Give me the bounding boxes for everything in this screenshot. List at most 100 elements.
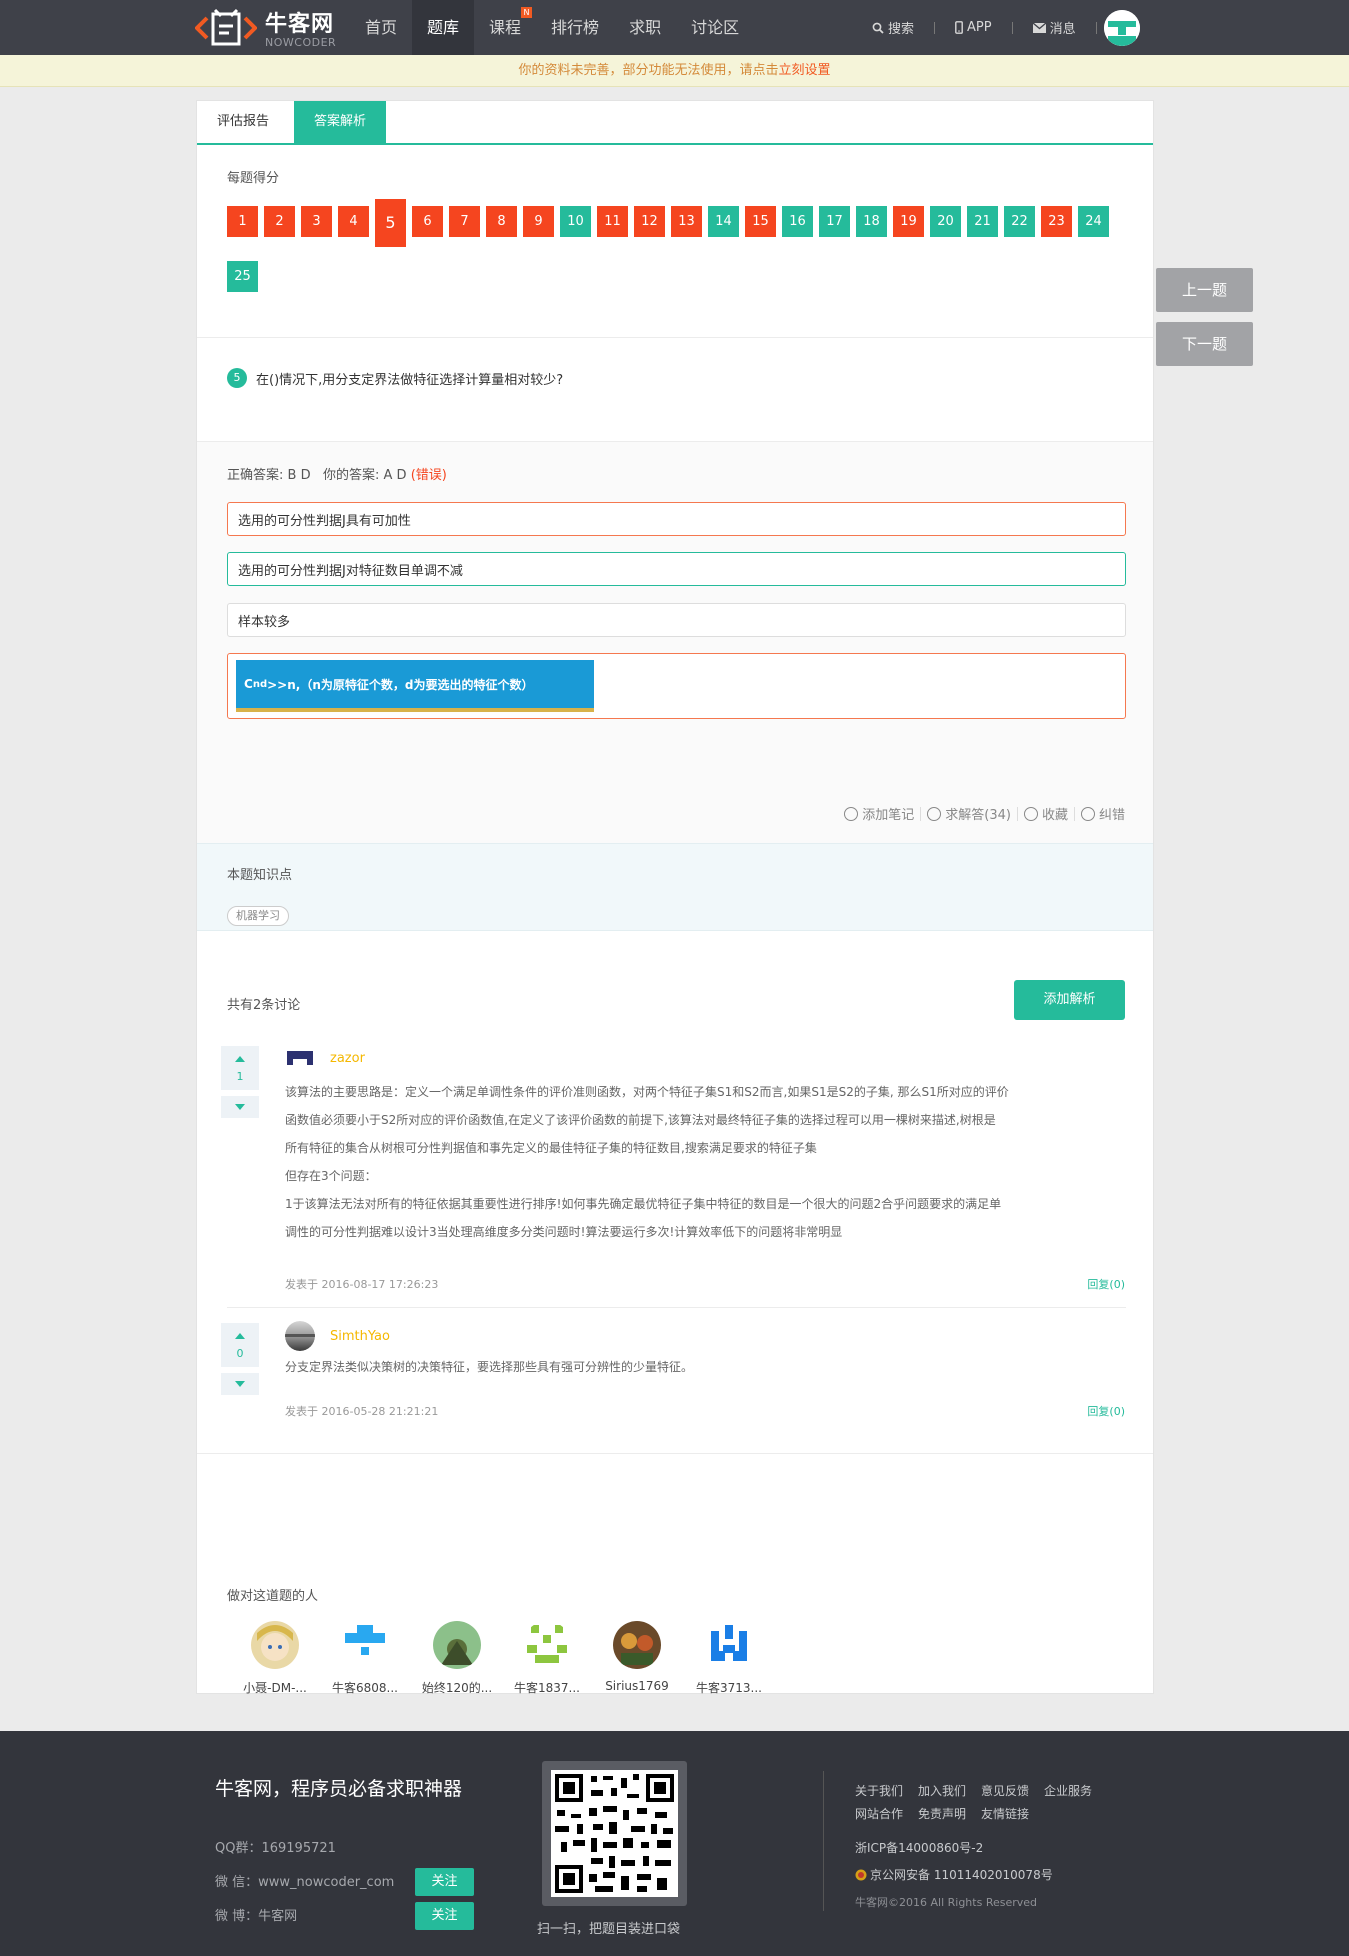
next-question-button[interactable]: 下一题 [1156,322,1253,366]
notice-setup-link[interactable]: 立刻设置 [779,63,831,78]
blue-pixel-avatar-icon [705,1621,753,1669]
follow-weibo-button[interactable]: 关注 [415,1902,474,1930]
commenter-name[interactable]: zazor [330,1051,365,1066]
footer-police-record[interactable]: 京公网安备 11011402010078号 [855,1866,1053,1883]
solver-name: 牛客3713... [696,1681,762,1695]
question-score-16[interactable]: 16 [782,206,813,237]
footer-icp[interactable]: 浙ICP备14000860号-2 [855,1839,983,1856]
your-answer: 你的答案: A D [322,468,407,483]
footer-link-disclaimer[interactable]: 免责声明 [918,1807,966,1821]
knowledge-tag[interactable]: 机器学习 [227,906,289,926]
add-note-button[interactable]: 添加笔记 [844,804,914,823]
question-score-7[interactable]: 7 [449,206,480,237]
nav-jobs[interactable]: 求职 [614,0,676,55]
footer-link-feedback[interactable]: 意见反馈 [981,1784,1029,1798]
search-label: 搜索 [888,22,915,37]
question-score-25[interactable]: 25 [227,261,258,292]
app-link[interactable]: APP [955,20,992,35]
question-score-4[interactable]: 4 [338,206,369,237]
question-score-3[interactable]: 3 [301,206,332,237]
commenter-avatar[interactable] [285,1043,315,1073]
solver-item[interactable]: 牛客3713... [685,1621,773,1696]
favorite-button[interactable]: 收藏 [1023,804,1068,823]
nav-courses-label: 课程 [489,18,522,37]
question-score-17[interactable]: 17 [819,206,850,237]
nav-question-bank[interactable]: 题库 [412,0,475,55]
question-score-5[interactable]: 5 [375,199,406,247]
option-a[interactable]: 选用的可分性判据J具有可加性 [227,502,1126,536]
nav-discussion[interactable]: 讨论区 [676,0,754,55]
ask-answer-button[interactable]: 求解答(34) [927,804,1011,823]
question-score-12[interactable]: 12 [634,206,665,237]
arrow-down-icon [235,1104,245,1110]
question-score-23[interactable]: 23 [1041,206,1072,237]
question-score-9[interactable]: 9 [523,206,554,237]
tab-answer-analysis[interactable]: 答案解析 [294,101,387,143]
nav-courses[interactable]: 课程 N [474,0,536,55]
reply-link[interactable]: 回复(0) [1087,1276,1125,1292]
formula-rest: >>n,（n为原特征个数，d为要选出的特征个数） [267,677,534,692]
search-link[interactable]: 搜索 [872,18,914,37]
divider [227,1307,1126,1308]
divider [934,21,936,34]
question-score-11[interactable]: 11 [597,206,628,237]
question-score-20[interactable]: 20 [930,206,961,237]
solver-item[interactable]: 牛客1837... [503,1621,591,1696]
option-d[interactable]: Cn d >>n,（n为原特征个数，d为要选出的特征个数） [227,653,1126,719]
report-error-button[interactable]: 纠错 [1080,804,1125,823]
footer-link-about[interactable]: 关于我们 [855,1784,903,1798]
score-label: 每题得分 [227,171,280,186]
reply-link[interactable]: 回复(0) [1087,1403,1125,1419]
footer-link-cooperation[interactable]: 网站合作 [855,1807,903,1821]
question-score-1[interactable]: 1 [227,206,258,237]
question-score-18[interactable]: 18 [856,206,887,237]
solver-item[interactable]: Sirius1769 [593,1621,681,1693]
footer-link-enterprise[interactable]: 企业服务 [1044,1784,1092,1798]
question-score-10[interactable]: 10 [560,206,591,237]
question-score-24[interactable]: 24 [1078,206,1109,237]
app-label: APP [967,20,992,35]
knowledge-points: 本题知识点 机器学习 [197,843,1153,931]
question-score-6[interactable]: 6 [412,206,443,237]
upvote-button[interactable]: 1 [221,1046,259,1090]
upvote-button[interactable]: 0 [221,1323,259,1367]
divider [1016,806,1018,821]
option-c[interactable]: 样本较多 [227,603,1126,637]
question-score-22[interactable]: 22 [1004,206,1035,237]
user-avatar[interactable] [1104,10,1140,46]
follow-wechat-button[interactable]: 关注 [415,1868,474,1896]
solver-item[interactable]: 牛客6808... [321,1621,409,1696]
question-score-13[interactable]: 13 [671,206,702,237]
prev-question-button[interactable]: 上一题 [1156,268,1253,312]
footer-link-friends[interactable]: 友情链接 [981,1807,1029,1821]
add-analysis-button[interactable]: 添加解析 [1014,980,1125,1020]
question-score-8[interactable]: 8 [486,206,517,237]
arrow-up-icon [235,1333,245,1339]
question-score-21[interactable]: 21 [967,206,998,237]
question-score-15[interactable]: 15 [745,206,776,237]
question-score-14[interactable]: 14 [708,206,739,237]
site-logo[interactable]: 牛客网 NOWCODER [195,4,345,50]
question-score-2[interactable]: 2 [264,206,295,237]
comment-line: 该算法的主要思路是：定义一个满足单调性条件的评价准则函数，对两个特征子集S1和S… [285,1085,1009,1099]
nav-home[interactable]: 首页 [350,0,412,55]
commenter-name[interactable]: SimthYao [330,1329,390,1344]
downvote-button[interactable] [221,1096,259,1118]
solver-item[interactable]: 始终120的... [413,1621,501,1696]
messages-link[interactable]: 消息 [1032,18,1076,37]
solver-item[interactable]: 小聂-DM-... [231,1621,319,1696]
knowledge-title: 本题知识点 [227,868,293,883]
arrow-up-icon [235,1056,245,1062]
footer-link-join[interactable]: 加入我们 [918,1784,966,1798]
tab-evaluation-report[interactable]: 评估报告 [197,101,289,143]
commenter-avatar[interactable] [285,1321,315,1351]
option-b[interactable]: 选用的可分性判据J对特征数目单调不减 [227,552,1126,586]
favorite-label: 收藏 [1041,808,1068,823]
site-footer: 牛客网，程序员必备求职神器 QQ群：169195721 微 信：www_nowc… [0,1731,1349,1956]
downvote-button[interactable] [221,1373,259,1395]
question-score-19[interactable]: 19 [893,206,924,237]
question-text: 在()情况下,用分支定界法做特征选择计算量相对较少? [256,373,564,388]
anime-avatar-icon [251,1621,299,1669]
nav-leaderboard[interactable]: 排行榜 [536,0,614,55]
answer-verdict: (错误) [410,468,447,483]
